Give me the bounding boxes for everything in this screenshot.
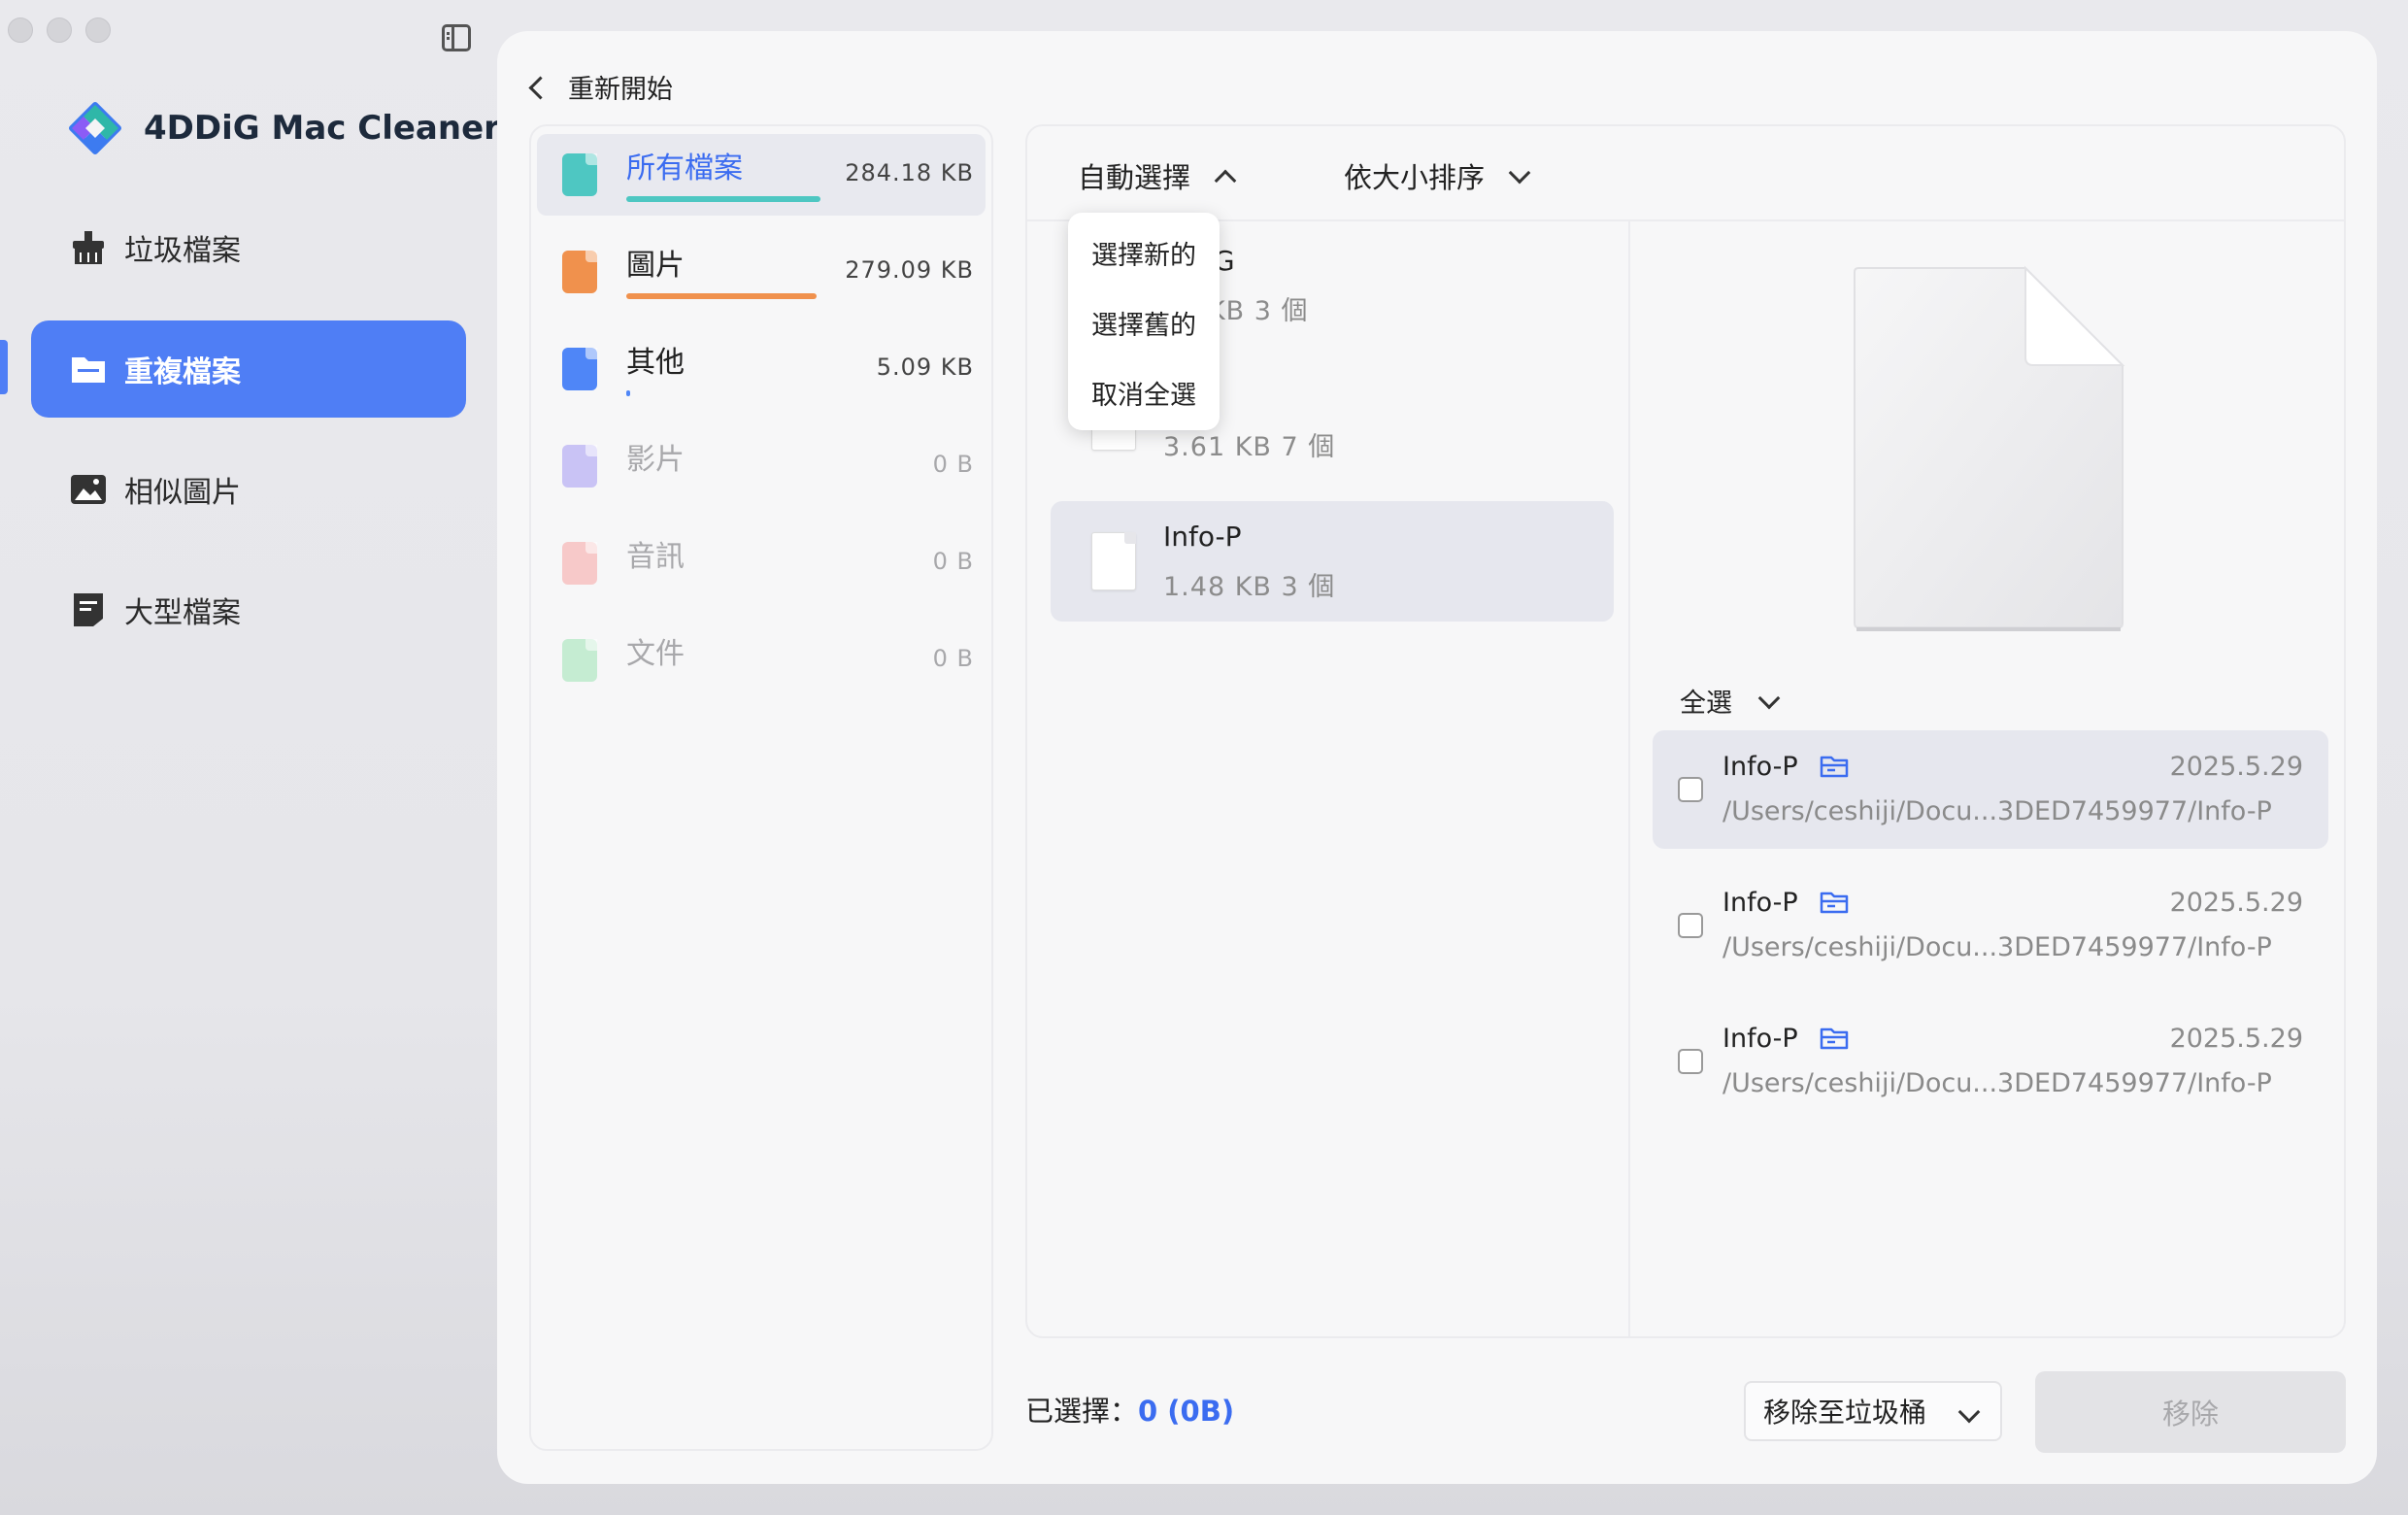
category-progress-bar [626,196,820,202]
nav-item-label: 垃圾檔案 [124,234,241,268]
selected-value: 0 (0B) [1138,1395,1235,1428]
nav-item-label: 相似圖片 [124,476,241,510]
sort-label: 依大小排序 [1344,161,1486,194]
close-window-button[interactable] [8,17,33,43]
category-label: 所有檔案 [626,152,743,185]
category-size: 0 B [932,451,974,478]
folder-icon [70,351,107,387]
restart-label: 重新開始 [568,75,673,105]
list-header-divider [1027,219,2344,221]
duplicate-row[interactable]: Info-P 2025.5.29 /Users/ceshiji/Docu...3… [1653,1002,2328,1121]
image-category-icon [562,251,597,293]
open-folder-icon[interactable] [1820,891,1851,916]
chevron-down-icon [1957,1400,1981,1424]
selection-summary: 已選擇：0 (0B) [1025,1389,1234,1430]
zoom-window-button[interactable] [85,17,111,43]
category-size: 0 B [932,548,974,575]
category-label: 圖片 [626,249,685,283]
sidebar-toggle-icon[interactable] [442,24,471,51]
menu-item-select-newest[interactable]: 選擇新的 [1068,234,1220,272]
category-progress-bar [626,293,817,299]
app-logo-icon [69,102,121,154]
file-name: Info-P [1163,521,1242,553]
duplicate-name: Info-P [1722,1024,1798,1054]
large-file-icon [70,591,107,628]
category-size: 5.09 KB [876,354,974,381]
category-label: 文件 [626,637,685,671]
category-all-files[interactable]: 所有檔案 284.18 KB [537,134,986,216]
nav-item-similar-images[interactable]: 相似圖片 [31,441,466,538]
nav-item-junk-files[interactable]: 垃圾檔案 [31,199,466,296]
category-label: 其他 [626,346,685,380]
category-documents[interactable]: 文件 0 B [537,620,986,701]
category-label: 影片 [626,443,685,477]
open-folder-icon[interactable] [1820,755,1851,780]
auto-select-menu: 選擇新的 選擇舊的 取消全選 [1068,213,1220,430]
select-all-label: 全選 [1680,689,1732,719]
sort-dropdown[interactable]: 依大小排序 [1344,155,1531,196]
category-size: 279.09 KB [845,256,974,284]
category-audio[interactable]: 音訊 0 B [537,522,986,604]
auto-select-dropdown[interactable]: 自動選擇 [1078,155,1237,196]
selected-label: 已選擇： [1025,1395,1139,1428]
app-title: 4DDiG Mac Cleaner [144,109,500,148]
category-videos[interactable]: 影片 0 B [537,425,986,507]
minimize-window-button[interactable] [47,17,72,43]
auto-select-label: 自動選擇 [1078,161,1191,194]
duplicate-row[interactable]: Info-P 2025.5.29 /Users/ceshiji/Docu...3… [1653,730,2328,849]
duplicate-name: Info-P [1722,752,1798,782]
category-progress-bar [626,390,630,396]
category-size: 284.18 KB [845,159,974,186]
duplicate-checkbox[interactable] [1678,1049,1703,1074]
document-category-icon [562,639,597,682]
column-divider [1628,221,1630,1336]
duplicate-date: 2025.5.29 [2169,1024,2303,1054]
audio-category-icon [562,542,597,585]
active-nav-marker [0,340,8,394]
duplicate-checkbox[interactable] [1678,913,1703,938]
duplicate-name: Info-P [1722,888,1798,918]
chevron-down-icon [1508,161,1531,185]
nav-item-duplicate-files[interactable]: 重複檔案 [31,320,466,418]
file-group-item-selected[interactable]: Info-P 1.48 KB 3 個 [1051,501,1614,622]
select-all-dropdown[interactable]: 全選 [1680,682,1781,720]
restart-button[interactable]: 重新開始 [528,68,673,106]
duplicate-name-wrap: Info-P [1722,888,1851,918]
nav-item-label: 重複檔案 [124,355,241,389]
category-images[interactable]: 圖片 279.09 KB [537,231,986,313]
remove-button[interactable]: 移除 [2035,1371,2346,1453]
file-icon [1091,532,1136,590]
category-label: 音訊 [626,540,685,574]
chevron-up-icon [1214,169,1237,192]
menu-item-deselect-all[interactable]: 取消全選 [1068,374,1220,412]
category-other[interactable]: 其他 5.09 KB [537,328,986,410]
duplicate-path: /Users/ceshiji/Docu...3DED7459977/Info-P [1722,932,2272,962]
duplicate-path: /Users/ceshiji/Docu...3DED7459977/Info-P [1722,796,2272,826]
image-icon [70,471,107,508]
duplicate-date: 2025.5.29 [2169,752,2303,782]
broom-icon [70,229,107,266]
duplicate-row[interactable]: Info-P 2025.5.29 /Users/ceshiji/Docu...3… [1653,866,2328,985]
chevron-left-icon [528,76,552,100]
file-meta: 3.61 KB 7 個 [1163,432,1336,462]
video-category-icon [562,445,597,488]
duplicate-checkbox[interactable] [1678,777,1703,802]
category-size: 0 B [932,645,974,672]
other-category-icon [562,348,597,390]
duplicate-date: 2025.5.29 [2169,888,2303,918]
open-folder-icon[interactable] [1820,1027,1851,1052]
file-meta: 1.48 KB 3 個 [1163,572,1336,602]
remove-mode-label: 移除至垃圾桶 [1763,1397,1927,1429]
chevron-down-icon [1757,687,1781,709]
all-files-icon [562,153,597,196]
remove-mode-select[interactable]: 移除至垃圾桶 [1744,1381,2002,1441]
duplicate-name-wrap: Info-P [1722,752,1851,782]
nav-item-large-files[interactable]: 大型檔案 [31,561,466,658]
file-preview-icon [1854,265,2125,631]
duplicate-name-wrap: Info-P [1722,1024,1851,1054]
nav-item-label: 大型檔案 [124,596,241,630]
menu-item-select-oldest[interactable]: 選擇舊的 [1068,304,1220,342]
duplicate-path: /Users/ceshiji/Docu...3DED7459977/Info-P [1722,1068,2272,1098]
category-panel [529,124,993,1451]
